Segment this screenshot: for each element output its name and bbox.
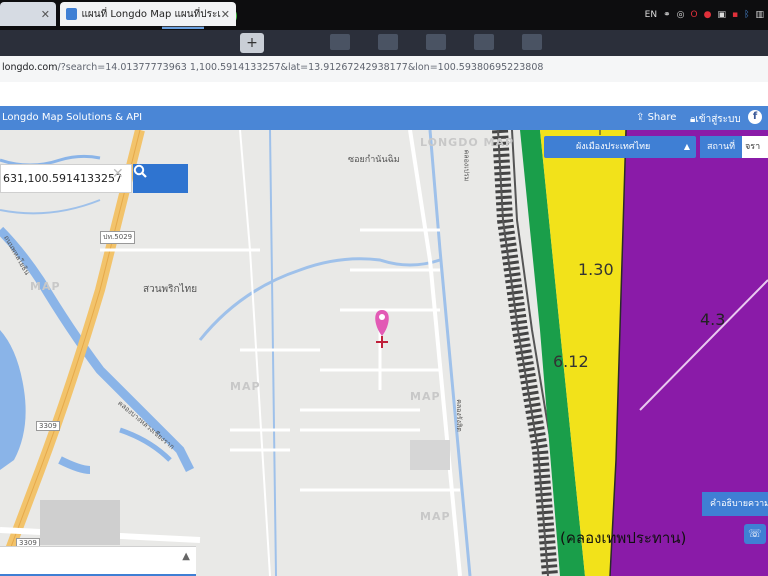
- site-header: Longdo Map Solutions & API ⇪ Share 🔒︎เข้…: [0, 106, 768, 130]
- road-shield-3309: 3309: [36, 421, 60, 431]
- map-graphics: [0, 130, 768, 576]
- tab-label: แผนที่ Longdo Map แผนที่ประเท: [81, 8, 221, 20]
- legend-button[interactable]: คำอธิบายความ: [702, 492, 768, 516]
- chrome-tray-icon[interactable]: ◎: [677, 10, 685, 20]
- zone-label-canal: (คลองเทพประทาน): [560, 529, 687, 547]
- map-label-canal2: คลองรังสิต: [454, 399, 463, 432]
- monitor-icon[interactable]: ▣: [717, 10, 726, 20]
- zone-label-green: 6.12: [553, 352, 589, 371]
- layer-select[interactable]: ผังเมืองประเทศไทย ▲: [544, 136, 696, 158]
- bottom-panel[interactable]: ▲: [0, 546, 196, 576]
- login-label: เข้าสู่ระบบ: [695, 114, 741, 125]
- share-label: Share: [647, 112, 677, 123]
- site-brand[interactable]: Longdo Map Solutions & API: [2, 112, 142, 123]
- record-icon[interactable]: ●: [704, 10, 712, 20]
- search-button[interactable]: [133, 164, 188, 193]
- new-tab-button[interactable]: +: [240, 33, 264, 53]
- longdo-favicon-icon: [66, 8, 78, 20]
- browser-tab-longdo[interactable]: แผนที่ Longdo Map แผนที่ประเท ✕: [60, 2, 236, 26]
- map-label-garden: สวนพริกไทย: [143, 284, 198, 295]
- facebook-icon[interactable]: f: [748, 110, 762, 124]
- chevron-up-icon[interactable]: ▲: [182, 551, 190, 562]
- map-canvas[interactable]: LONGDO MAP MAP MAP MAP MAP ซอยกำนันฉิม ส…: [0, 130, 768, 576]
- folder-icon: [474, 34, 494, 50]
- shield-icon[interactable]: ▪: [732, 10, 738, 20]
- opera-tray-icon[interactable]: O: [691, 10, 698, 20]
- url-path: /?search=14.01377773963 1,100.5914133257…: [57, 62, 544, 73]
- folder-icon: [330, 34, 350, 50]
- share-button[interactable]: ⇪ Share: [636, 112, 676, 123]
- zone-label-yellow: 1.30: [578, 260, 614, 279]
- folder-icon: [378, 34, 398, 50]
- road-shield-5029: ปท.5029: [100, 231, 136, 244]
- browser-tab-1[interactable]: ✕: [0, 2, 56, 26]
- network-icon[interactable]: ▥: [755, 10, 764, 20]
- share-icon: ⇪: [636, 112, 648, 123]
- page-top-blank: [0, 82, 768, 106]
- close-icon[interactable]: ✕: [221, 8, 230, 21]
- zone-label-purple: 4.3: [700, 310, 726, 329]
- language-indicator[interactable]: EN: [645, 10, 657, 20]
- system-tray: EN ⚭ ◎ O ● ▣ ▪ ᛒ ▥: [645, 7, 764, 23]
- close-icon[interactable]: ✕: [41, 8, 50, 21]
- link-icon[interactable]: ⚭: [663, 10, 671, 20]
- url-host: longdo.com: [2, 62, 58, 73]
- phone-icon[interactable]: ☏: [744, 524, 766, 544]
- background-thumbnails: [330, 34, 542, 54]
- layer-select-label: ผังเมืองประเทศไทย: [576, 142, 651, 152]
- map-watermark: LONGDO MAP: [420, 136, 515, 149]
- map-label-canal3: คลองเปรม: [462, 149, 471, 182]
- clear-search-icon[interactable]: ✕: [112, 166, 124, 182]
- folder-icon: [426, 34, 446, 50]
- map-watermark: MAP: [410, 390, 441, 403]
- search-icon: [133, 164, 147, 178]
- place-button[interactable]: สถานที่: [700, 136, 742, 158]
- place-input[interactable]: จรา: [742, 136, 768, 158]
- map-watermark: MAP: [230, 380, 261, 393]
- map-watermark: MAP: [420, 510, 451, 523]
- map-watermark: MAP: [30, 280, 61, 293]
- url-text[interactable]: longdo.com/?search=14.01377773963 1,100.…: [2, 62, 543, 73]
- folder-icon: [522, 34, 542, 50]
- caret-down-icon: ▲: [683, 142, 690, 151]
- login-button[interactable]: 🔒︎เข้าสู่ระบบ: [690, 112, 741, 127]
- address-bar[interactable]: longdo.com/?search=14.01377773963 1,100.…: [0, 56, 768, 83]
- map-label-soi: ซอยกำนันฉิม: [348, 155, 400, 165]
- bluetooth-icon[interactable]: ᛒ: [744, 10, 749, 20]
